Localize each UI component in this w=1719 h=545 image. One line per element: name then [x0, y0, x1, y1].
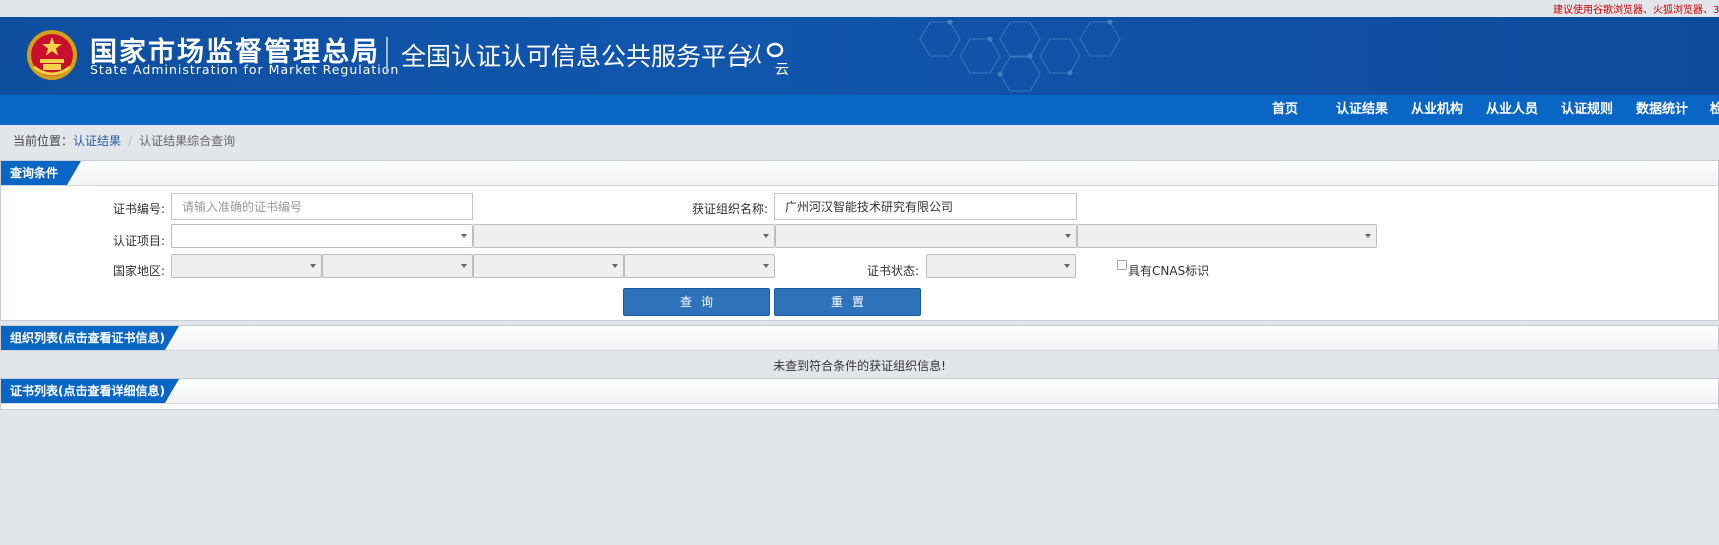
nav-personnel[interactable]: 从业人员 — [1486, 95, 1538, 125]
chevron-down-icon — [763, 264, 769, 268]
browser-tip: 建议使用谷歌浏览器、火狐浏览器、360 — [1553, 5, 1719, 16]
org-list-panel-header: 组织列表(点击查看证书信息) — [1, 326, 1718, 351]
header-banner: 国家市场监督管理总局 State Administration for Mark… — [0, 17, 1719, 95]
cert-no-input[interactable] — [171, 193, 473, 220]
chevron-down-icon — [1065, 234, 1071, 238]
chevron-down-icon — [612, 264, 618, 268]
nav-home[interactable]: 首页 — [1272, 95, 1298, 125]
region-select-4[interactable] — [624, 254, 775, 278]
region-label: 国家地区: — [113, 264, 166, 278]
reset-button[interactable]: 重置 — [774, 288, 921, 316]
nav-statistics[interactable]: 数据统计 — [1636, 95, 1688, 125]
query-panel: 查询条件 证书编号: 获证组织名称: 认证项目: 国家地区: 证书状态: 具有C… — [0, 160, 1719, 321]
cnas-checkbox[interactable] — [1117, 260, 1127, 270]
cert-item-select-3[interactable] — [775, 224, 1077, 248]
org-name-input[interactable] — [774, 193, 1077, 220]
chevron-down-icon — [310, 264, 316, 268]
main-nav: 首页 认证结果 从业机构 从业人员 认证规则 数据统计 检 — [0, 95, 1719, 125]
header-divider — [386, 37, 388, 73]
cert-list-panel-title: 证书列表(点击查看详细信息) — [1, 379, 179, 403]
region-select-3[interactable] — [473, 254, 624, 278]
org-name-label: 获证组织名称: — [692, 202, 769, 216]
region-select-2[interactable] — [322, 254, 473, 278]
org-list-panel: 组织列表(点击查看证书信息) — [0, 325, 1719, 351]
nav-cert-results[interactable]: 认证结果 — [1336, 95, 1388, 125]
hexagon-pattern-decoration — [919, 19, 1121, 92]
platform-name: 全国认证认可信息公共服务平台 — [401, 42, 752, 71]
org-name-en: State Administration for Market Regulati… — [90, 62, 400, 77]
nav-more[interactable]: 检 — [1710, 95, 1719, 125]
chevron-down-icon — [461, 264, 467, 268]
top-tip-bar: 建议使用谷歌浏览器、火狐浏览器、360 — [0, 0, 1719, 17]
cert-status-select[interactable] — [926, 254, 1076, 278]
cert-item-select-4[interactable] — [1077, 224, 1377, 248]
org-list-empty-message: 未查到符合条件的获证组织信息! — [773, 359, 946, 373]
chevron-down-icon — [1365, 234, 1371, 238]
cert-list-panel: 证书列表(点击查看详细信息) — [0, 378, 1719, 410]
cert-item-select-2[interactable] — [473, 224, 775, 248]
org-list-panel-title: 组织列表(点击查看证书信息) — [1, 326, 179, 350]
chevron-down-icon — [763, 234, 769, 238]
national-emblem-icon — [27, 30, 77, 80]
nav-cert-rules[interactable]: 认证规则 — [1561, 95, 1613, 125]
cnas-label: 具有CNAS标识 — [1128, 264, 1210, 278]
chevron-down-icon — [1064, 264, 1070, 268]
platform-logo-char-a: 认 — [741, 43, 762, 67]
search-button[interactable]: 查询 — [623, 288, 770, 316]
breadcrumb: 当前位置：认证结果 / 认证结果综合查询 — [13, 132, 235, 149]
breadcrumb-current: 认证结果综合查询 — [139, 134, 236, 148]
cert-item-label: 认证项目: — [113, 234, 166, 248]
cert-status-label: 证书状态: — [867, 264, 920, 278]
breadcrumb-prefix: 当前位置： — [13, 134, 74, 148]
platform-logo-char-b: 云 — [775, 62, 789, 78]
cert-list-panel-header: 证书列表(点击查看详细信息) — [1, 379, 1718, 404]
region-select-1[interactable] — [171, 254, 322, 278]
platform-logo: 认 云 — [741, 42, 789, 78]
cert-no-label: 证书编号: — [113, 202, 166, 216]
breadcrumb-separator: / — [128, 134, 133, 148]
breadcrumb-link-cert-results[interactable]: 认证结果 — [73, 134, 121, 148]
chevron-down-icon — [461, 234, 467, 238]
query-panel-header: 查询条件 — [1, 161, 1718, 186]
nav-institutions[interactable]: 从业机构 — [1411, 95, 1463, 125]
cert-item-select-1[interactable] — [171, 224, 473, 248]
query-panel-title: 查询条件 — [1, 161, 81, 185]
